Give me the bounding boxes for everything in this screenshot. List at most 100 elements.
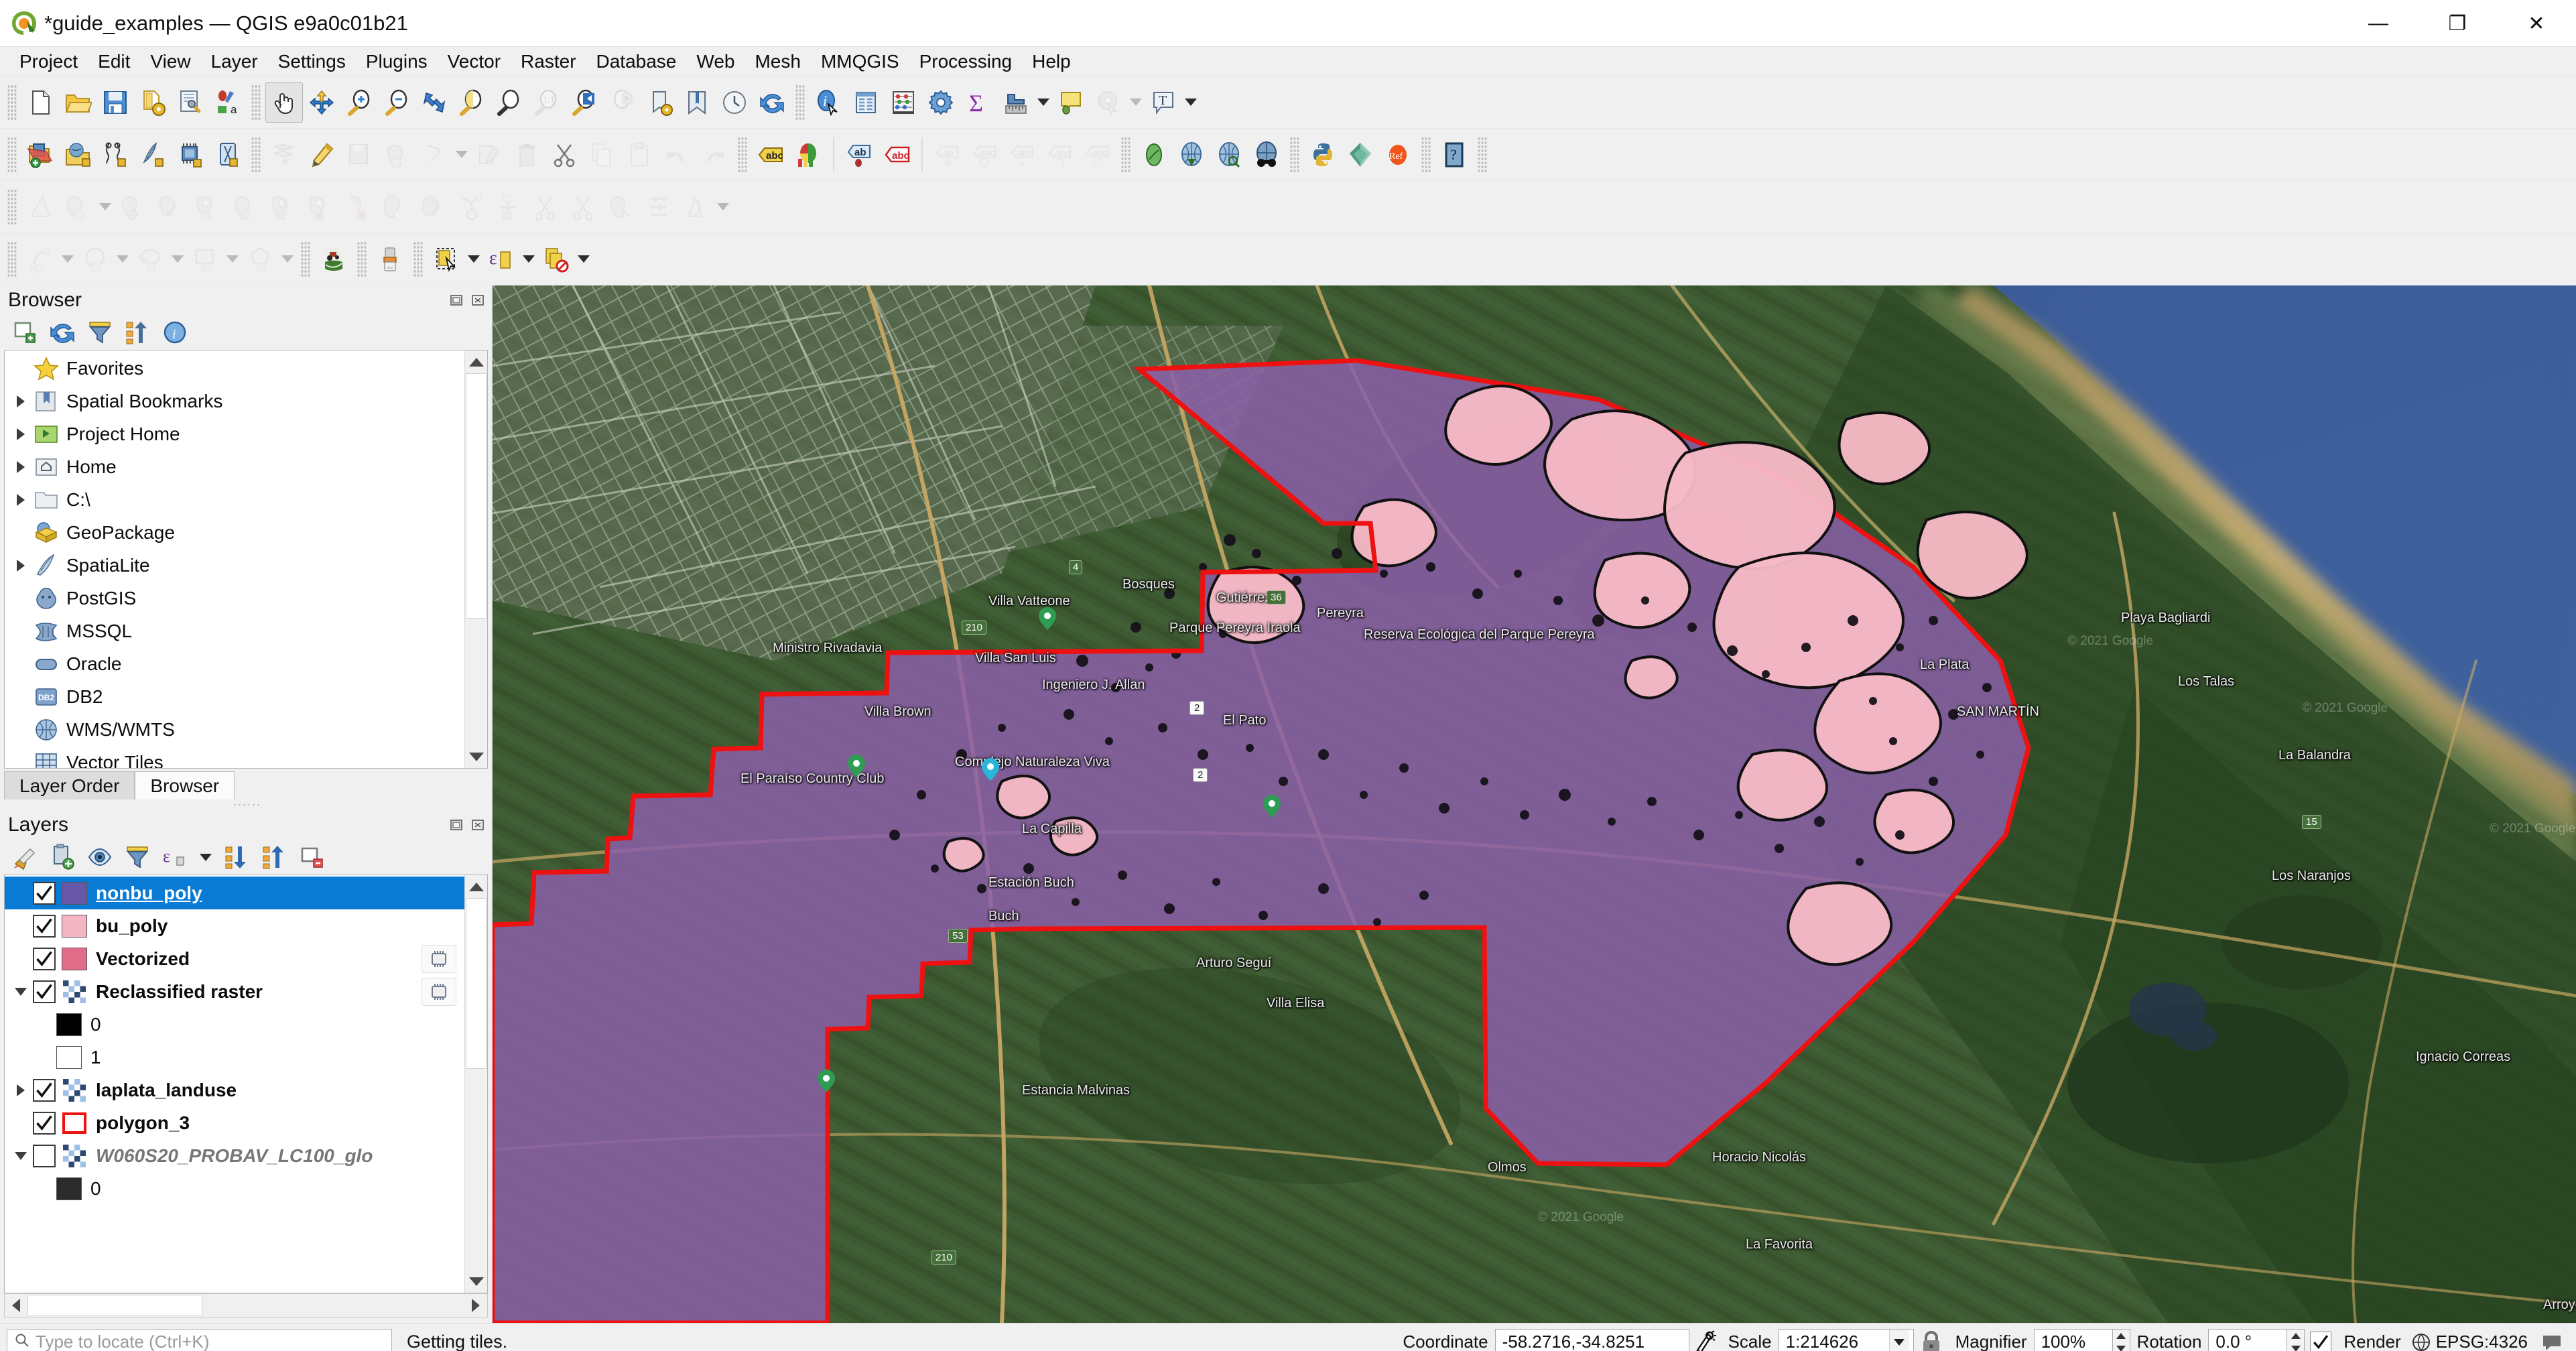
toolbar-grip[interactable] <box>413 241 423 277</box>
browser-item-oracle[interactable]: Oracle <box>5 647 464 680</box>
properties-info-icon[interactable]: i <box>159 317 190 348</box>
chevron-down-icon[interactable] <box>9 975 33 1008</box>
offset-curve-icon[interactable] <box>59 187 96 227</box>
pan-map-icon[interactable] <box>265 82 303 123</box>
magnifier-stepper[interactable] <box>2112 1328 2130 1351</box>
pin-labels-icon[interactable]: abc <box>1004 135 1041 175</box>
add-delimited-text-icon[interactable] <box>172 135 209 175</box>
python-console-icon[interactable] <box>1304 135 1342 175</box>
toolbar-grip[interactable] <box>7 189 17 224</box>
rotation-input[interactable]: 0.0 ° <box>2208 1328 2288 1351</box>
browser-item-geopackage[interactable]: GeoPackage <box>5 516 464 549</box>
georeferencer-icon[interactable] <box>1248 135 1285 175</box>
text-annotation-icon[interactable]: T <box>1145 82 1182 123</box>
agriculture-plugin-icon[interactable] <box>315 239 352 279</box>
close-panel-icon[interactable] <box>469 292 487 309</box>
deselect-features-icon[interactable] <box>537 239 575 279</box>
toolbar-grip[interactable] <box>1290 137 1299 172</box>
zoom-in-icon[interactable] <box>340 82 378 123</box>
save-project-icon[interactable] <box>96 82 134 123</box>
menu-project[interactable]: Project <box>9 48 88 75</box>
chevron-down-icon[interactable] <box>465 239 482 279</box>
minimize-button[interactable]: — <box>2339 0 2418 47</box>
chevron-down-icon[interactable] <box>1182 82 1200 123</box>
delete-selected-icon[interactable] <box>508 135 545 175</box>
measure-line-icon[interactable] <box>997 82 1035 123</box>
browser-item-spatial-bookmarks[interactable]: Spatial Bookmarks <box>5 385 464 417</box>
filter-legend-icon[interactable] <box>122 842 153 873</box>
zoom-out-icon[interactable] <box>378 82 415 123</box>
move-label-icon[interactable]: ab <box>929 135 966 175</box>
shape-circle-icon[interactable] <box>76 239 114 279</box>
chevron-down-icon[interactable] <box>1127 82 1145 123</box>
zoom-to-selection-icon[interactable] <box>453 82 491 123</box>
layer-item-vectorized[interactable]: Vectorized <box>5 942 464 975</box>
chevron-down-icon[interactable] <box>575 239 592 279</box>
chevron-down-icon[interactable] <box>169 239 186 279</box>
browser-item-wms-wmts[interactable]: WMS/WMTS <box>5 713 464 746</box>
layer-visibility-checkbox[interactable] <box>33 881 56 905</box>
chevron-down-icon[interactable] <box>1035 82 1052 123</box>
metasearch-icon[interactable] <box>1135 135 1173 175</box>
browser-item-postgis[interactable]: PostGIS <box>5 582 464 615</box>
expand-arrow-icon[interactable] <box>9 483 33 516</box>
scroll-up-icon[interactable] <box>465 350 487 373</box>
select-features-by-area-icon[interactable] <box>428 239 465 279</box>
refresh-icon[interactable] <box>47 317 78 348</box>
layer-visibility-checkbox[interactable] <box>33 1144 56 1167</box>
vertex-tool-icon[interactable] <box>415 135 453 175</box>
split-parts-icon[interactable] <box>189 187 227 227</box>
remove-layer-icon[interactable] <box>296 842 327 873</box>
shape-ellipse-icon[interactable] <box>131 239 169 279</box>
toolbar-grip[interactable] <box>7 241 17 277</box>
locate-input[interactable]: Type to locate (Ctrl+K) <box>7 1328 392 1351</box>
scrollbar-track[interactable] <box>465 898 487 1270</box>
layer-visibility-checkbox[interactable] <box>33 914 56 938</box>
chevron-down-icon[interactable] <box>114 239 131 279</box>
merge-features-icon[interactable] <box>227 187 264 227</box>
hscroll-track[interactable] <box>27 1294 464 1317</box>
zoom-next-icon[interactable] <box>603 82 641 123</box>
shape-circular-string-icon[interactable] <box>21 239 59 279</box>
collapse-all-icon[interactable] <box>259 842 289 873</box>
browser-item-favorites[interactable]: Favorites <box>5 352 464 385</box>
layers-tree[interactable]: nonbu_poly bu_poly Vectorized Reclassified… <box>4 875 488 1293</box>
expand-arrow-icon[interactable] <box>9 549 33 582</box>
chevron-down-icon[interactable] <box>453 135 470 175</box>
measure-icon[interactable] <box>21 187 59 227</box>
rotation-stepper[interactable] <box>2287 1328 2305 1351</box>
menu-plugins[interactable]: Plugins <box>356 48 438 75</box>
select-by-expression-icon[interactable]: ε <box>482 239 520 279</box>
menu-processing[interactable]: Processing <box>909 48 1023 75</box>
scrollbar-thumb[interactable] <box>466 373 487 619</box>
browser-item-c[interactable]: C:\ <box>5 483 464 516</box>
manage-map-themes-icon[interactable] <box>84 842 115 873</box>
chevron-down-icon[interactable] <box>520 239 537 279</box>
coordinate-input[interactable]: -58.2716,-34.8251 <box>1494 1328 1689 1351</box>
scrollbar-thumb[interactable] <box>466 898 487 1070</box>
open-layer-styling-icon[interactable] <box>9 842 40 873</box>
toolbar-grip[interactable] <box>7 137 17 172</box>
menu-layer[interactable]: Layer <box>201 48 268 75</box>
browser-scrollbar[interactable] <box>464 350 487 768</box>
layer-item-0[interactable]: 0 <box>5 1172 464 1205</box>
expand-arrow-icon[interactable] <box>9 417 33 450</box>
toolbar-grip[interactable] <box>1121 137 1131 172</box>
refresh-icon[interactable] <box>753 82 791 123</box>
vertex-tool-alt-icon[interactable] <box>452 187 489 227</box>
stepper-down[interactable] <box>2112 1342 2130 1351</box>
split-features-icon[interactable] <box>151 187 189 227</box>
menu-view[interactable]: View <box>140 48 200 75</box>
fill-ring-icon[interactable] <box>414 187 452 227</box>
lock-scale-icon[interactable] <box>1914 1330 1949 1351</box>
toolbar-grip[interactable] <box>795 84 805 120</box>
message-log-icon[interactable] <box>2534 1333 2569 1351</box>
chevron-down-icon[interactable] <box>96 187 114 227</box>
hscroll-thumb[interactable] <box>27 1295 202 1316</box>
paste-features-icon[interactable] <box>621 135 658 175</box>
stepper-up[interactable] <box>2112 1329 2130 1342</box>
reverse-line-icon[interactable] <box>489 187 527 227</box>
layer-item-laplata-landuse[interactable]: laplata_landuse <box>5 1074 464 1106</box>
field-calculator-icon[interactable] <box>885 82 922 123</box>
delete-part-icon[interactable] <box>339 187 377 227</box>
